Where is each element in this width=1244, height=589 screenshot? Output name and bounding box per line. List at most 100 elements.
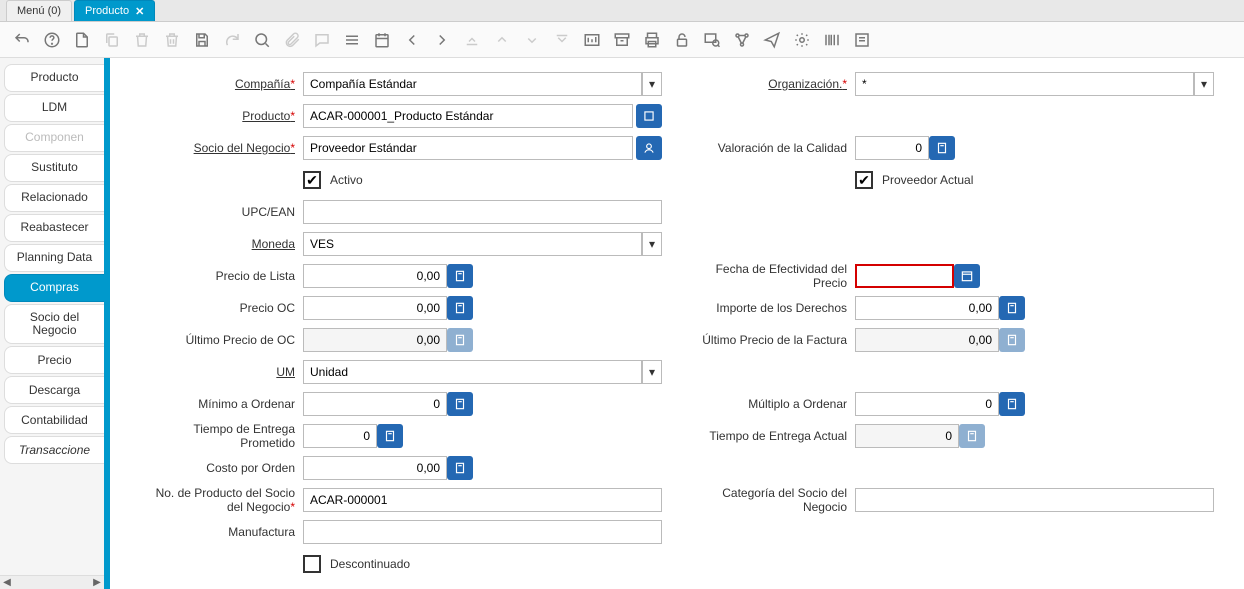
attach-icon [280, 28, 304, 52]
moneda-input[interactable] [303, 232, 642, 256]
side-tab-compras[interactable]: Compras [4, 274, 104, 302]
archive-icon[interactable] [610, 28, 634, 52]
delete-all-icon [160, 28, 184, 52]
side-tab-contabilidad[interactable]: Contabilidad [4, 406, 104, 434]
label-tiempo-entrega-actual: Tiempo de Entrega Actual [692, 429, 847, 443]
next-icon[interactable] [430, 28, 454, 52]
dropdown-icon[interactable]: ▾ [642, 360, 662, 384]
dropdown-icon[interactable]: ▾ [1194, 72, 1214, 96]
lock-icon[interactable] [670, 28, 694, 52]
calculator-icon[interactable] [999, 392, 1025, 416]
chat-icon [310, 28, 334, 52]
label-minimo-ordenar: Mínimo a Ordenar [140, 397, 295, 411]
activo-checkbox[interactable] [303, 171, 321, 189]
close-icon[interactable]: ✕ [135, 5, 144, 18]
side-tab-descarga[interactable]: Descarga [4, 376, 104, 404]
manufactura-input[interactable] [303, 520, 662, 544]
proveedor-actual-checkbox[interactable] [855, 171, 873, 189]
prev-icon[interactable] [400, 28, 424, 52]
side-tab-producto[interactable]: Producto [4, 64, 104, 92]
categoria-socio-input[interactable] [855, 488, 1214, 512]
zoom-icon[interactable] [700, 28, 724, 52]
side-tab-transacciones[interactable]: Transaccione [4, 436, 104, 464]
side-tab-socio[interactable]: Socio del Negocio [4, 304, 104, 344]
save-icon[interactable] [190, 28, 214, 52]
label-fecha-efectividad: Fecha de Efectividad del Precio [692, 262, 847, 290]
upc-ean-input[interactable] [303, 200, 662, 224]
side-tab-componentes: Componen [4, 124, 104, 152]
label-precio-lista: Precio de Lista [140, 269, 295, 283]
label-precio-oc: Precio OC [140, 301, 295, 315]
calendar-picker-icon[interactable] [954, 264, 980, 288]
compania-input[interactable] [303, 72, 642, 96]
workflow-icon[interactable] [730, 28, 754, 52]
side-tab-reabastecer[interactable]: Reabastecer [4, 214, 104, 242]
grid-icon[interactable] [340, 28, 364, 52]
socio-negocio-input[interactable] [303, 136, 633, 160]
side-tab-precio[interactable]: Precio [4, 346, 104, 374]
um-input[interactable] [303, 360, 642, 384]
new-icon[interactable] [70, 28, 94, 52]
toolbar [0, 22, 1244, 58]
report-icon[interactable] [580, 28, 604, 52]
side-tab-ldm[interactable]: LDM [4, 94, 104, 122]
importe-derechos-input[interactable] [855, 296, 999, 320]
label-manufactura: Manufactura [140, 525, 295, 539]
valoracion-calidad-input[interactable] [855, 136, 929, 160]
dropdown-icon[interactable]: ▾ [642, 72, 662, 96]
side-tab-sustituto[interactable]: Sustituto [4, 154, 104, 182]
refresh-icon [220, 28, 244, 52]
producto-input[interactable] [303, 104, 633, 128]
last-icon [550, 28, 574, 52]
help-icon[interactable] [40, 28, 64, 52]
scroll-right-icon[interactable]: ▶ [90, 577, 104, 588]
label-no-producto-socio: No. de Producto del Socio del Negocio* [140, 486, 295, 514]
tab-menu[interactable]: Menú (0) [6, 0, 72, 21]
precio-oc-input[interactable] [303, 296, 447, 320]
tiempo-entrega-prometido-input[interactable] [303, 424, 377, 448]
costo-por-orden-input[interactable] [303, 456, 447, 480]
no-producto-socio-input[interactable] [303, 488, 662, 512]
calendar-icon[interactable] [370, 28, 394, 52]
calculator-icon [999, 328, 1025, 352]
label-moneda: Moneda [140, 237, 295, 251]
calculator-icon[interactable] [447, 392, 473, 416]
tab-producto[interactable]: Producto ✕ [74, 0, 155, 21]
ultimo-precio-oc-input [303, 328, 447, 352]
label-descontinuado: Descontinuado [330, 557, 410, 571]
label-valoracion-calidad: Valoración de la Calidad [692, 141, 847, 155]
calculator-icon[interactable] [447, 264, 473, 288]
producto-lookup-icon[interactable] [636, 104, 662, 128]
side-tab-planning[interactable]: Planning Data [4, 244, 104, 272]
multiplo-ordenar-input[interactable] [855, 392, 999, 416]
label-organizacion: Organización.* [692, 77, 847, 91]
fecha-efectividad-input[interactable] [855, 264, 954, 288]
barcode-icon[interactable] [820, 28, 844, 52]
label-proveedor-actual: Proveedor Actual [882, 173, 973, 187]
side-tabs: ProductoLDMComponenSustitutoRelacionadoR… [0, 58, 104, 589]
precio-lista-input[interactable] [303, 264, 447, 288]
side-tab-relacionado[interactable]: Relacionado [4, 184, 104, 212]
calculator-icon[interactable] [447, 296, 473, 320]
undo-icon[interactable] [10, 28, 34, 52]
label-compania: Compañía* [140, 77, 295, 91]
label-socio-negocio: Socio del Negocio* [140, 141, 295, 155]
search-icon[interactable] [250, 28, 274, 52]
socio-lookup-icon[interactable] [636, 136, 662, 160]
calculator-icon[interactable] [377, 424, 403, 448]
scroll-left-icon[interactable]: ◀ [0, 577, 14, 588]
export-icon[interactable] [850, 28, 874, 52]
calculator-icon[interactable] [447, 456, 473, 480]
send-icon[interactable] [760, 28, 784, 52]
copy-icon [100, 28, 124, 52]
gear-icon[interactable] [790, 28, 814, 52]
minimo-ordenar-input[interactable] [303, 392, 447, 416]
descontinuado-checkbox[interactable] [303, 555, 321, 573]
calculator-icon[interactable] [999, 296, 1025, 320]
calculator-icon[interactable] [929, 136, 955, 160]
dropdown-icon[interactable]: ▾ [642, 232, 662, 256]
print-icon[interactable] [640, 28, 664, 52]
organizacion-input[interactable] [855, 72, 1194, 96]
side-tab-scroll[interactable]: ◀ ▶ [0, 575, 104, 589]
label-tiempo-entrega-prometido: Tiempo de Entrega Prometido [140, 422, 295, 450]
